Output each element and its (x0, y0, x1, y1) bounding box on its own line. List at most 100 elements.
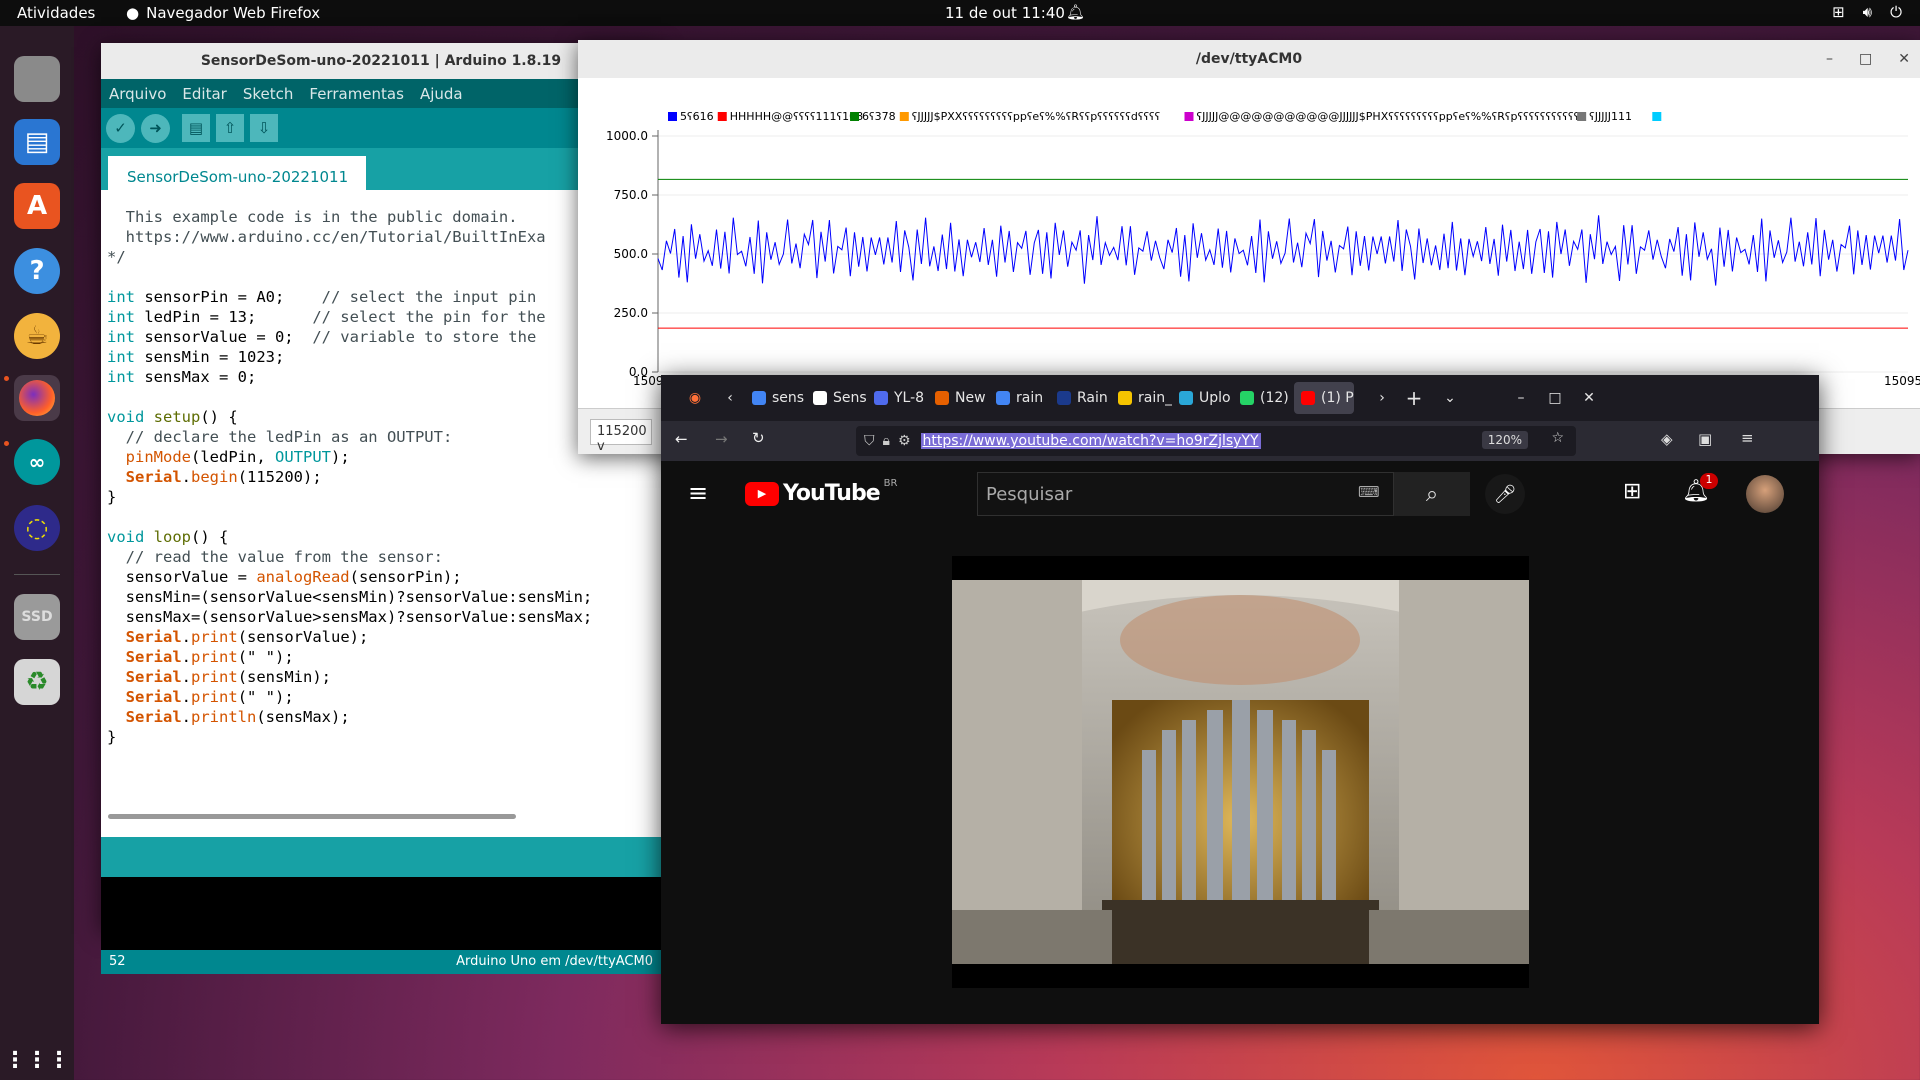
files-icon[interactable] (14, 56, 60, 102)
new-tab-icon[interactable]: + (1396, 386, 1432, 410)
baud-select[interactable]: 115200 v (590, 419, 652, 454)
upload-icon[interactable]: ➜ (141, 113, 170, 143)
tab-favicon-icon (1118, 391, 1132, 405)
youtube-search-input[interactable]: Pesquisar (977, 472, 1394, 516)
software-center-icon[interactable]: A (14, 183, 60, 229)
reload-icon[interactable]: ↻ (752, 429, 765, 447)
extensions-icon[interactable]: ▣ (1698, 430, 1712, 448)
minimize-icon[interactable]: – (1504, 390, 1538, 406)
permissions-icon[interactable]: ⚙ (898, 433, 911, 449)
code-editor[interactable]: This example code is in the public domai… (101, 190, 661, 809)
forward-icon[interactable]: → (715, 430, 728, 448)
firefox-icon: ● (126, 4, 140, 22)
show-apps-icon[interactable]: ⋮⋮⋮ (4, 1037, 70, 1080)
menu-ajuda[interactable]: Ajuda (420, 85, 463, 103)
writer-icon[interactable]: ▤ (14, 119, 60, 165)
video-thumbnail (952, 580, 1529, 964)
maximize-icon[interactable]: □ (1538, 390, 1572, 406)
avatar[interactable] (1746, 475, 1784, 513)
volume-icon: 🔊︎ (1862, 3, 1873, 21)
browser-tab[interactable]: Uplo (1172, 382, 1233, 414)
code-line: Serial.print(" "); (125, 648, 294, 666)
system-tray[interactable]: ⊞ 🔊︎ ⏻ (1832, 3, 1902, 21)
youtube-search-button[interactable]: ⌕ (1394, 472, 1470, 516)
menu-editar[interactable]: Editar (182, 85, 226, 103)
x-right-label: 15095 (1884, 374, 1920, 388)
legend-swatch (850, 112, 860, 121)
browser-tab[interactable]: (1) PLA✕ (1294, 382, 1354, 414)
voice-search-icon[interactable]: 🎤︎ (1485, 474, 1525, 514)
legend-swatch (899, 112, 909, 121)
tab-label: (1) PLA (1321, 390, 1354, 406)
tab-sketch[interactable]: SensorDeSom-uno-20221011 (108, 156, 366, 190)
keyboard-icon[interactable]: ⌨ (1358, 483, 1380, 501)
dock: ▤ A ? ☕︎ ∞ ◌ SSD ♻ ⋮⋮⋮ (0, 26, 74, 1080)
trash-icon[interactable]: ♻ (14, 659, 60, 705)
menu-sketch[interactable]: Sketch (243, 85, 294, 103)
ubuntu-icon[interactable]: ◌ (14, 505, 60, 551)
lock-icon[interactable]: 🔒︎ (883, 433, 890, 449)
shield-icon[interactable]: ⛉ (864, 433, 875, 449)
firefox-view-icon[interactable]: ◉ (675, 390, 715, 406)
window-title: SensorDeSom-uno-20221011 | Arduino 1.8.1… (101, 43, 661, 79)
help-icon[interactable]: ? (14, 248, 60, 294)
pocket-icon[interactable]: ◈ (1661, 430, 1673, 448)
bookmark-star-icon[interactable]: ☆ (1551, 430, 1564, 446)
youtube-logo[interactable]: ▶ YouTube BR (745, 478, 897, 506)
y-tick-label: 250.0 (614, 306, 648, 320)
youtube-menu-icon[interactable]: ≡ (688, 479, 708, 507)
horizontal-scrollbar[interactable] (101, 809, 661, 823)
tab-label: Rain (1077, 390, 1108, 406)
code-line: Serial.println(sensMax); (125, 708, 350, 726)
new-sketch-icon[interactable]: ▤ (182, 114, 210, 142)
tab-label: rain_ (1138, 390, 1172, 406)
open-sketch-icon[interactable]: ⇧ (216, 114, 244, 142)
browser-tab[interactable]: New (928, 382, 989, 414)
url-text[interactable]: https://www.youtube.com/watch?v=ho9rZjls… (920, 433, 1261, 449)
save-sketch-icon[interactable]: ⇩ (250, 114, 278, 142)
video-player[interactable] (952, 556, 1529, 988)
browser-tab[interactable]: Rain (1050, 382, 1111, 414)
maximize-icon[interactable]: □ (1859, 40, 1872, 78)
firefox-window: ◉ ‹ sens Sens YL-8 New rain Rain rain_ Uplo (12)… (661, 375, 1819, 1024)
browser-tab[interactable]: (12) (1233, 382, 1294, 414)
browser-tab[interactable]: Sens (806, 382, 867, 414)
legend-swatch (1652, 112, 1662, 121)
legend-swatch (1184, 112, 1194, 121)
app-menu-icon[interactable]: ≡ (1741, 429, 1754, 447)
back-icon[interactable]: ← (675, 430, 688, 448)
legend-label: HHHHH@@ʕʕʕʕ111ʕ108 (730, 110, 863, 123)
app-menu-label: Navegador Web Firefox (146, 4, 321, 22)
ssd-drive-icon[interactable]: SSD (14, 594, 60, 640)
tabs-scroll-right-icon[interactable]: › (1368, 390, 1396, 406)
firefox-dock-icon[interactable] (14, 375, 60, 421)
menu-bar: Arquivo Editar Sketch Ferramentas Ajuda (101, 79, 661, 108)
legend-label: ʕJJJJJ111 (1589, 110, 1632, 123)
tabs-scroll-left-icon[interactable]: ‹ (715, 390, 745, 406)
menu-ferramentas[interactable]: Ferramentas (309, 85, 404, 103)
legend-swatch (1577, 112, 1587, 121)
arduino-icon[interactable]: ∞ (14, 439, 60, 485)
browser-tab[interactable]: rain (989, 382, 1050, 414)
close-icon[interactable]: ✕ (1898, 40, 1910, 78)
close-icon[interactable]: ✕ (1572, 390, 1606, 406)
activities-button[interactable]: Atividades (17, 4, 95, 22)
minimize-icon[interactable]: – (1826, 40, 1833, 78)
legend-label: 6ʕ378 (862, 110, 896, 123)
browser-tab[interactable]: YL-8 (867, 382, 928, 414)
list-tabs-icon[interactable]: ⌄ (1432, 390, 1468, 406)
app-menu[interactable]: ● Navegador Web Firefox (126, 4, 320, 22)
zoom-level[interactable]: 120% (1481, 431, 1528, 449)
tab-strip: SensorDeSom-uno-20221011 (101, 148, 661, 190)
clock[interactable]: 11 de out 11:40 (945, 4, 1065, 22)
menu-arquivo[interactable]: Arquivo (109, 85, 166, 103)
browser-tab[interactable]: rain_ (1111, 382, 1172, 414)
teapot-icon[interactable]: ☕︎ (14, 313, 60, 359)
browser-tab[interactable]: sens (745, 382, 806, 414)
arduino-window: SensorDeSom-uno-20221011 | Arduino 1.8.1… (101, 43, 661, 974)
url-bar[interactable]: ⛉ 🔒︎ ⚙ https://www.youtube.com/watch?v=h… (856, 426, 1576, 456)
code-line: void loop() { (107, 528, 229, 546)
tab-label: (12) (1260, 390, 1289, 406)
verify-icon[interactable]: ✓ (106, 113, 135, 143)
create-video-icon[interactable]: ⊞ (1623, 479, 1641, 504)
